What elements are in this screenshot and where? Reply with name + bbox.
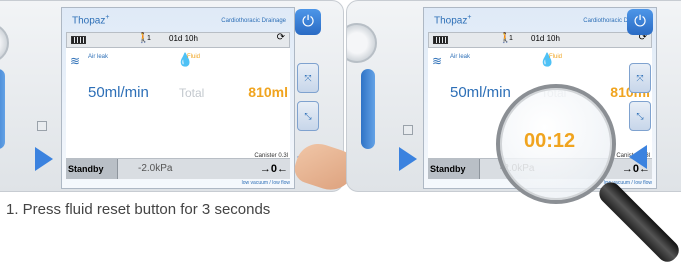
status-bar: 🚶 1 01d 10h ⟳ — [66, 32, 290, 48]
fluid-label: Fluid — [187, 54, 201, 60]
brand-subtitle: Cardiothoracic Drainage — [221, 18, 286, 24]
magnifier-lens: 00:12 — [496, 84, 616, 204]
air-leak-value: 50ml/min — [450, 84, 511, 101]
left-arrow-button[interactable] — [399, 147, 417, 171]
status-bar: 🚶 1 01d 10h ⟳ — [428, 32, 652, 48]
power-button[interactable]: ⏻ — [627, 9, 653, 35]
brand-title: Thopaz+ — [72, 14, 110, 27]
indicator-square — [403, 125, 413, 135]
refresh-icon: ⟳ — [276, 32, 285, 43]
pressure-value: -2.0kPa — [138, 163, 173, 174]
zoom-out-button[interactable]: ⤡ — [629, 101, 651, 131]
fluid-total-label: Total — [179, 86, 205, 100]
instruction-caption: 1. Press fluid reset button for 3 second… — [6, 201, 271, 218]
zoom-out-button[interactable]: ⤡ — [297, 101, 319, 131]
canister-arrows-icon: →0← — [259, 163, 288, 175]
elapsed-time: 01d 10h — [169, 34, 198, 43]
fluid-panel: 💧 Fluid Total 810ml — [173, 48, 290, 158]
air-leak-label: Air leak — [450, 54, 471, 60]
indicator-square — [37, 121, 47, 131]
airflow-icon: ≋ — [432, 54, 443, 68]
device-left: Thopaz+ Cardiothoracic Drainage 🚶 1 01d … — [0, 0, 344, 192]
knob — [0, 23, 9, 63]
hint-text: low vacuum / low flow — [241, 180, 290, 186]
battery-icon — [71, 36, 86, 44]
patient-count: 1 — [147, 35, 151, 42]
fluid-value: 810ml — [248, 84, 288, 100]
air-leak-label: Air leak — [88, 54, 109, 60]
battery-icon — [433, 36, 448, 44]
airflow-icon: ≋ — [70, 54, 81, 68]
side-bar — [361, 69, 375, 149]
zoom-in-button[interactable]: ⤧ — [629, 63, 651, 93]
power-button[interactable]: ⏻ — [295, 9, 321, 35]
bottom-bar: Standby -2.0kPa Canister 0.3l →0← — [66, 153, 290, 179]
left-arrow-button[interactable] — [35, 147, 53, 171]
standby-button[interactable]: Standby — [66, 159, 118, 179]
zoom-in-button[interactable]: ⤧ — [297, 63, 319, 93]
side-bar — [0, 69, 5, 149]
knob — [347, 23, 377, 63]
fluid-reset-button[interactable] — [629, 145, 647, 169]
patient-count: 1 — [509, 35, 513, 42]
screen: Thopaz+ Cardiothoracic Drainage 🚶 1 01d … — [61, 7, 295, 189]
standby-button[interactable]: Standby — [428, 159, 480, 179]
canister-label: Canister 0.3l — [254, 153, 288, 159]
fluid-label: Fluid — [549, 54, 563, 60]
brand-title: Thopaz+ — [434, 14, 472, 27]
air-leak-value: 50ml/min — [88, 84, 149, 101]
reset-timer-value: 00:12 — [524, 130, 576, 152]
air-leak-panel: ≋ Air leak 50ml/min — [66, 48, 174, 158]
elapsed-time: 01d 10h — [531, 34, 560, 43]
